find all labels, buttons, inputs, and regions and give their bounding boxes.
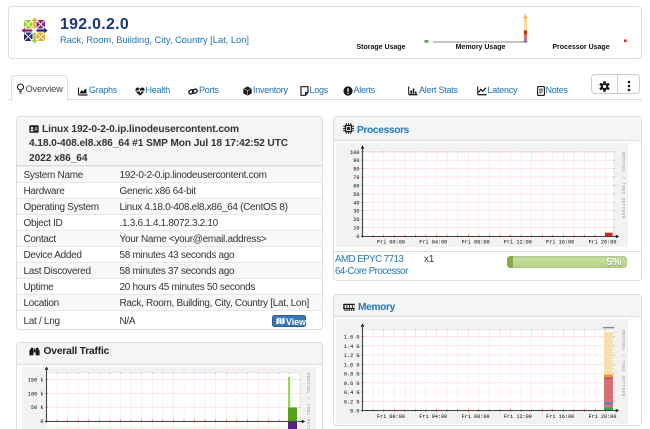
- svg-text:RRDTOOL / TOBI OETIKER: RRDTOOL / TOBI OETIKER: [305, 373, 310, 429]
- svg-text:50: 50: [353, 192, 359, 198]
- svg-text:0.0: 0.0: [350, 409, 359, 415]
- svg-text:0.2 G: 0.2 G: [344, 399, 360, 405]
- svg-text:Fri 00:00: Fri 00:00: [377, 414, 405, 420]
- svg-text:Processor Usage: Processor Usage: [552, 44, 609, 51]
- svg-text:Fri 12:00: Fri 12:00: [504, 414, 532, 420]
- svg-text:1.6 G: 1.6 G: [344, 335, 360, 341]
- svg-text:1.0 G: 1.0 G: [344, 362, 360, 368]
- svg-text:10: 10: [353, 226, 359, 232]
- svg-text:100: 100: [350, 150, 359, 156]
- svg-text:0.6 G: 0.6 G: [344, 381, 360, 387]
- svg-text:Fri 08:00: Fri 08:00: [462, 239, 490, 245]
- svg-text:RRDTOOL / TOBI OETIKER: RRDTOOL / TOBI OETIKER: [620, 330, 625, 397]
- svg-text:1.2 G: 1.2 G: [344, 353, 360, 359]
- svg-text:0: 0: [40, 419, 43, 425]
- svg-text:80: 80: [353, 167, 359, 173]
- svg-text:90: 90: [353, 158, 359, 164]
- svg-text:40: 40: [353, 200, 359, 206]
- svg-text:60: 60: [353, 184, 359, 190]
- svg-text:Fri 16:00: Fri 16:00: [546, 239, 574, 245]
- svg-text:0.4 G: 0.4 G: [344, 390, 360, 396]
- svg-text:Fri 00:00: Fri 00:00: [377, 239, 405, 245]
- svg-text:0.8 G: 0.8 G: [344, 372, 360, 378]
- svg-text:Fri 20:00: Fri 20:00: [588, 239, 616, 245]
- svg-text:RRDTOOL / TOBI OETIKER: RRDTOOL / TOBI OETIKER: [620, 152, 625, 219]
- svg-text:1.4 G: 1.4 G: [344, 344, 360, 350]
- svg-text:20: 20: [353, 217, 359, 223]
- svg-text:Fri 04:00: Fri 04:00: [419, 239, 447, 245]
- svg-text:30: 30: [353, 209, 359, 215]
- svg-text:Fri 12:00: Fri 12:00: [504, 239, 532, 245]
- svg-text:Fri 04:00: Fri 04:00: [419, 414, 447, 420]
- svg-text:Fri 08:00: Fri 08:00: [462, 414, 490, 420]
- svg-text:Memory Usage: Memory Usage: [456, 44, 506, 51]
- svg-text:100 k: 100 k: [28, 391, 44, 397]
- svg-text:Fri 20:00: Fri 20:00: [588, 414, 616, 420]
- svg-text:70: 70: [353, 175, 359, 181]
- svg-text:50 k: 50 k: [31, 405, 43, 411]
- svg-text:Storage Usage: Storage Usage: [356, 44, 405, 51]
- svg-text:150 k: 150 k: [28, 378, 44, 384]
- svg-text:Fri 16:00: Fri 16:00: [546, 414, 574, 420]
- svg-text:0: 0: [356, 234, 359, 240]
